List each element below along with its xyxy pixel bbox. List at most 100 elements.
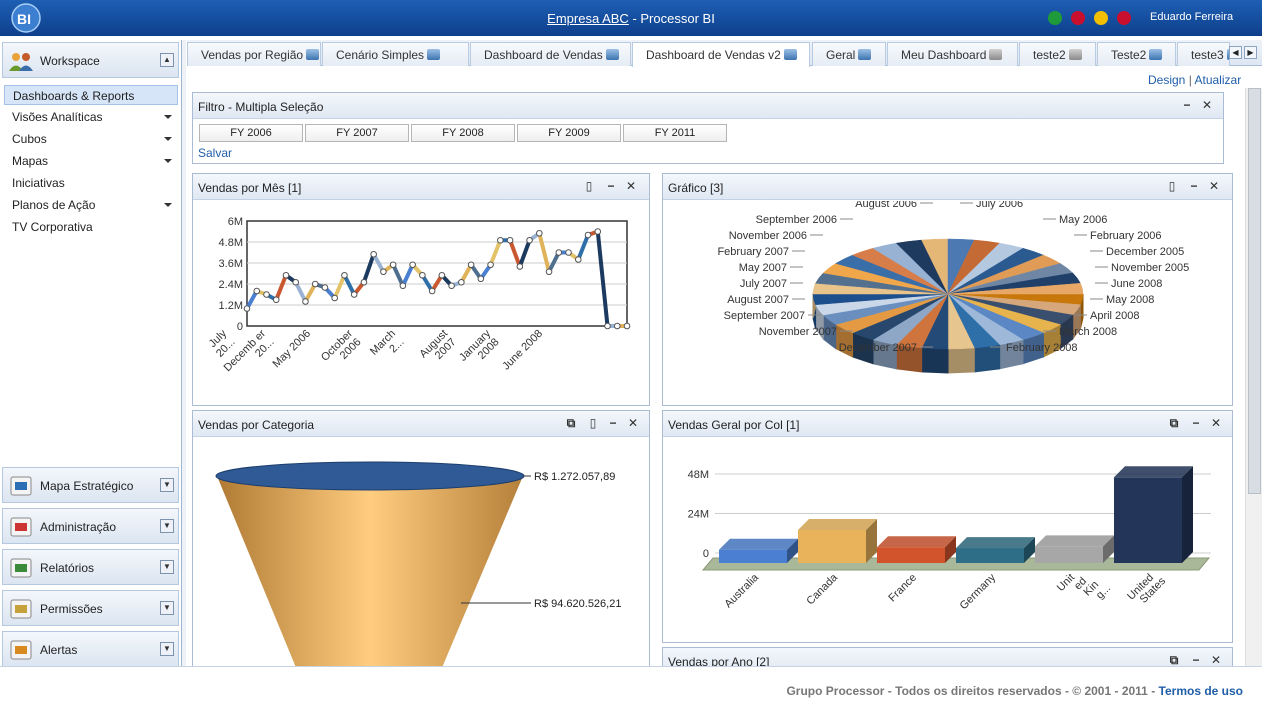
data-point[interactable] (360, 278, 368, 286)
tab-0[interactable]: Vendas por Região (187, 42, 321, 66)
tab-1[interactable]: Cenário Simples (322, 42, 469, 66)
close-icon[interactable]: ✕ (1201, 99, 1213, 111)
funnel-top[interactable] (215, 461, 525, 491)
data-point[interactable] (350, 291, 358, 298)
data-point[interactable] (292, 278, 300, 286)
year-option[interactable]: FY 2008 (411, 124, 515, 142)
user-name[interactable]: Eduardo Ferreira (1150, 11, 1233, 23)
expand-down-icon[interactable]: ▼ (160, 601, 174, 615)
data-point[interactable] (282, 271, 290, 279)
bar[interactable] (1035, 546, 1103, 563)
mobile-icon[interactable]: ▯ (587, 417, 599, 429)
close-icon[interactable]: ✕ (1210, 417, 1222, 429)
funnel-body[interactable] (217, 476, 523, 670)
export-icon[interactable]: ⧉ (1168, 417, 1180, 429)
data-point[interactable] (409, 261, 416, 269)
data-point[interactable] (302, 298, 309, 305)
tab-3[interactable]: Dashboard de Vendas v2 (632, 42, 810, 67)
data-point[interactable] (438, 271, 446, 279)
content-scrollbar[interactable] (1245, 88, 1262, 666)
flag-spain-icon[interactable] (1094, 10, 1108, 25)
save-link[interactable]: Salvar (198, 146, 232, 160)
data-point[interactable] (526, 236, 533, 244)
minimize-icon[interactable]: − (607, 417, 619, 429)
workspace-panel-header[interactable]: Workspace ▲ (2, 42, 179, 78)
expand-down-icon[interactable]: ▼ (160, 560, 174, 574)
year-option[interactable]: FY 2011 (623, 124, 727, 142)
minimize-icon[interactable]: − (1181, 99, 1193, 111)
tab-5[interactable]: Meu Dashboard (887, 42, 1018, 66)
year-option[interactable]: FY 2006 (199, 124, 303, 142)
sidebar-item[interactable]: Iniciativas (4, 173, 178, 193)
minimize-icon[interactable]: − (1190, 654, 1202, 666)
bar[interactable] (956, 548, 1024, 563)
data-point[interactable] (497, 236, 504, 244)
data-point[interactable] (253, 287, 261, 295)
sidebar-item[interactable]: Cubos (4, 129, 178, 149)
minimize-icon[interactable]: − (1190, 417, 1202, 429)
data-point[interactable] (263, 291, 270, 298)
data-point[interactable] (506, 236, 514, 244)
data-point[interactable] (604, 322, 611, 330)
data-point[interactable] (487, 261, 494, 269)
chevron-down-icon[interactable] (164, 115, 172, 119)
terms-link[interactable]: Termos de uso (1159, 684, 1243, 698)
sidebar-item[interactable]: Visões Analíticas (4, 107, 178, 127)
data-point[interactable] (613, 322, 621, 330)
data-point[interactable] (536, 229, 543, 237)
sidebar-item[interactable]: Dashboards & Reports (4, 85, 178, 105)
close-icon[interactable]: ✕ (1208, 180, 1220, 192)
data-point[interactable] (389, 261, 397, 269)
data-point[interactable] (574, 256, 582, 263)
year-option[interactable]: FY 2009 (517, 124, 621, 142)
tab-4[interactable]: Geral (812, 42, 886, 66)
expand-down-icon[interactable]: ▼ (160, 519, 174, 533)
close-icon[interactable]: ✕ (1210, 654, 1222, 666)
data-point[interactable] (467, 261, 475, 269)
tab-6[interactable]: teste2 (1019, 42, 1096, 66)
year-option[interactable]: FY 2007 (305, 124, 409, 142)
close-icon[interactable]: ✕ (627, 417, 639, 429)
data-point[interactable] (272, 296, 280, 304)
data-point[interactable] (428, 287, 436, 295)
data-point[interactable] (311, 280, 319, 288)
tab-scroll-right-icon[interactable]: ▶ (1244, 46, 1257, 59)
data-point[interactable] (419, 271, 426, 279)
data-point[interactable] (243, 305, 251, 312)
data-point[interactable] (555, 249, 563, 256)
scrollbar-thumb[interactable] (1248, 88, 1261, 494)
tab-2[interactable]: Dashboard de Vendas (470, 42, 631, 66)
flag-usa-icon[interactable] (1071, 10, 1085, 25)
sidebar-panel-3[interactable]: Permissões ▼ (2, 590, 179, 626)
sidebar-item[interactable]: Planos de Ação (4, 195, 178, 215)
flag-brazil-icon[interactable] (1048, 10, 1062, 25)
data-point[interactable] (623, 322, 631, 330)
expand-down-icon[interactable]: ▼ (160, 642, 174, 656)
data-point[interactable] (594, 228, 602, 235)
sidebar-item[interactable]: Mapas (4, 151, 178, 171)
data-point[interactable] (516, 263, 524, 270)
sidebar-panel-0[interactable]: Mapa Estratégico ▼ (2, 467, 179, 503)
chevron-down-icon[interactable] (164, 159, 172, 163)
sidebar-panel-1[interactable]: Administração ▼ (2, 508, 179, 544)
tab-scroll-left-icon[interactable]: ◀ (1229, 46, 1242, 59)
sidebar-panel-2[interactable]: Relatórios ▼ (2, 549, 179, 585)
mobile-icon[interactable]: ▯ (583, 180, 595, 192)
expand-down-icon[interactable]: ▼ (160, 478, 174, 492)
sidebar-splitter[interactable] (182, 40, 186, 666)
tab-8[interactable]: teste3 (1177, 42, 1230, 66)
company-link[interactable]: Empresa ABC (547, 11, 629, 26)
sidebar-panel-4[interactable]: Alertas ▼ (2, 631, 179, 667)
bar[interactable] (798, 529, 866, 563)
data-point[interactable] (380, 268, 387, 276)
mobile-icon[interactable]: ▯ (1166, 180, 1178, 192)
data-point[interactable] (545, 268, 553, 276)
close-icon[interactable]: ✕ (625, 180, 637, 192)
data-point[interactable] (458, 278, 465, 286)
design-link[interactable]: Design (1148, 73, 1185, 87)
chevron-down-icon[interactable] (164, 203, 172, 207)
chevron-down-icon[interactable] (164, 137, 172, 141)
tab-7[interactable]: Teste2 (1097, 42, 1176, 66)
bar[interactable] (719, 549, 787, 563)
data-point[interactable] (331, 294, 338, 302)
